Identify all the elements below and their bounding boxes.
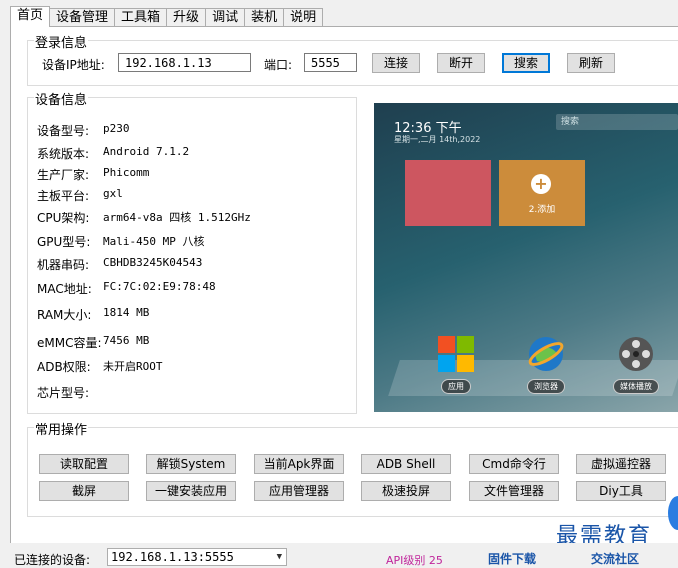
device-info-key: ADB权限:: [37, 360, 91, 374]
port-input[interactable]: 5555: [304, 53, 357, 72]
device-info-value: Phicomm: [103, 166, 150, 179]
tab-home[interactable]: 首页: [10, 6, 51, 27]
device-info-row: 主板平台: gxl: [37, 187, 123, 204]
screen-app-apps: 应用: [426, 335, 486, 394]
install-app-button[interactable]: 一键安装应用: [146, 481, 236, 501]
login-group-title: 登录信息: [34, 32, 89, 51]
device-info-row: ADB权限: 未开启ROOT: [37, 358, 163, 375]
port-label: 端口:: [264, 58, 293, 72]
file-manager-button[interactable]: 文件管理器: [469, 481, 559, 501]
connect-button[interactable]: 连接: [372, 53, 420, 73]
device-info-value: 7456 MB: [103, 334, 150, 347]
device-info-key: eMMC容量:: [37, 336, 102, 350]
screen-app-browser: 浏览器: [516, 335, 576, 394]
device-info-value: arm64-v8a 四核 1.512GHz: [103, 211, 251, 224]
film-reel-icon: [619, 337, 653, 371]
device-info-row: 设备型号: p230: [37, 122, 130, 139]
api-level: API级别 25: [386, 554, 443, 567]
screen-search-box: 搜索: [556, 114, 678, 130]
screen-cast-button[interactable]: 极速投屏: [361, 481, 451, 501]
diy-tools-button[interactable]: Diy工具: [576, 481, 666, 501]
common-ops-title: 常用操作: [34, 419, 89, 438]
browser-globe-icon: [528, 337, 564, 371]
device-info-value: FC:7C:02:E9:78:48: [103, 280, 216, 293]
device-info-key: MAC地址:: [37, 282, 92, 296]
read-config-button[interactable]: 读取配置: [39, 454, 129, 474]
tab-upgrade[interactable]: 升级: [166, 8, 207, 27]
unlock-system-button[interactable]: 解锁System: [146, 454, 236, 474]
firmware-download-link[interactable]: 固件下载: [488, 550, 536, 567]
tab-bar: 首页 设备管理 工具箱 升级 调试 装机 说明: [10, 6, 324, 27]
device-screen-preview: 12:36 下午 星期一,二月 14th,2022 搜索 + 2.添加 应用 浏…: [374, 103, 678, 412]
tab-help[interactable]: 说明: [283, 8, 324, 27]
device-info-key: 机器串码:: [37, 258, 90, 272]
device-info-value: p230: [103, 122, 130, 135]
ip-label: 设备IP地址:: [42, 58, 105, 72]
device-info-row: CPU架构: arm64-v8a 四核 1.512GHz: [37, 209, 251, 226]
device-info-key: 设备型号:: [37, 124, 90, 138]
plus-icon: +: [531, 174, 551, 194]
screen-tile-red: [405, 160, 491, 226]
device-info-value: Mali-450 MP 八核: [103, 235, 205, 248]
virtual-remote-button[interactable]: 虚拟遥控器: [576, 454, 666, 474]
device-info-title: 设备信息: [34, 89, 89, 108]
device-info-row: 系统版本: Android 7.1.2: [37, 145, 189, 162]
tab-device-management[interactable]: 设备管理: [49, 8, 116, 27]
device-info-key: GPU型号:: [37, 235, 91, 249]
device-info-row: MAC地址: FC:7C:02:E9:78:48: [37, 280, 216, 297]
screen-app-media-label: 媒体播放: [613, 379, 659, 394]
device-info-key: CPU架构:: [37, 211, 90, 225]
screen-app-apps-label: 应用: [441, 379, 471, 394]
cmd-button[interactable]: Cmd命令行: [469, 454, 559, 474]
screen-date: 星期一,二月 14th,2022: [394, 135, 481, 144]
device-info-row: 芯片型号:: [37, 384, 89, 401]
device-info-value: 未开启ROOT: [103, 360, 163, 373]
connected-device-value: 192.168.1.13:5555: [111, 550, 234, 564]
device-info-key: RAM大小:: [37, 308, 92, 322]
device-info-value: CBHDB3245K04543: [103, 256, 203, 269]
device-info-value: gxl: [103, 187, 123, 200]
tab-toolbox[interactable]: 工具箱: [114, 8, 168, 27]
device-info-key: 生产厂家:: [37, 168, 90, 182]
screen-app-browser-label: 浏览器: [527, 379, 565, 394]
device-info-value: 1814 MB: [103, 306, 150, 319]
search-button[interactable]: 搜索: [502, 53, 550, 73]
device-info-row: eMMC容量: 7456 MB: [37, 334, 149, 351]
screen-tile-add-label: 2.添加: [528, 205, 556, 215]
device-info-key: 主板平台:: [37, 189, 90, 203]
community-link[interactable]: 交流社区: [591, 550, 639, 567]
device-info-row: RAM大小: 1814 MB: [37, 306, 149, 323]
chevron-down-icon: ▼: [276, 552, 282, 562]
device-info-row: 生产厂家: Phicomm: [37, 166, 149, 183]
ip-input[interactable]: 192.168.1.13: [118, 53, 251, 72]
screenshot-button[interactable]: 截屏: [39, 481, 129, 501]
connected-device-label: 已连接的设备:: [14, 553, 91, 567]
device-info-value: Android 7.1.2: [103, 145, 190, 158]
screen-app-media: 媒体播放: [606, 335, 666, 394]
tab-install[interactable]: 装机: [244, 8, 285, 27]
device-info-row: GPU型号: Mali-450 MP 八核: [37, 233, 204, 250]
windows-icon: [438, 336, 474, 372]
current-apk-button[interactable]: 当前Apk界面: [254, 454, 344, 474]
disconnect-button[interactable]: 断开: [437, 53, 485, 73]
device-info-key: 系统版本:: [37, 147, 90, 161]
app-manager-button[interactable]: 应用管理器: [254, 481, 344, 501]
tab-debug[interactable]: 调试: [205, 8, 246, 27]
screen-tile-add: + 2.添加: [499, 160, 585, 226]
device-info-row: 机器串码: CBHDB3245K04543: [37, 256, 202, 273]
adb-shell-button[interactable]: ADB Shell: [361, 454, 451, 474]
device-info-key: 芯片型号:: [37, 386, 90, 400]
refresh-button[interactable]: 刷新: [567, 53, 615, 73]
status-bar: [0, 543, 678, 565]
connected-device-select[interactable]: 192.168.1.13:5555 ▼: [107, 548, 287, 566]
